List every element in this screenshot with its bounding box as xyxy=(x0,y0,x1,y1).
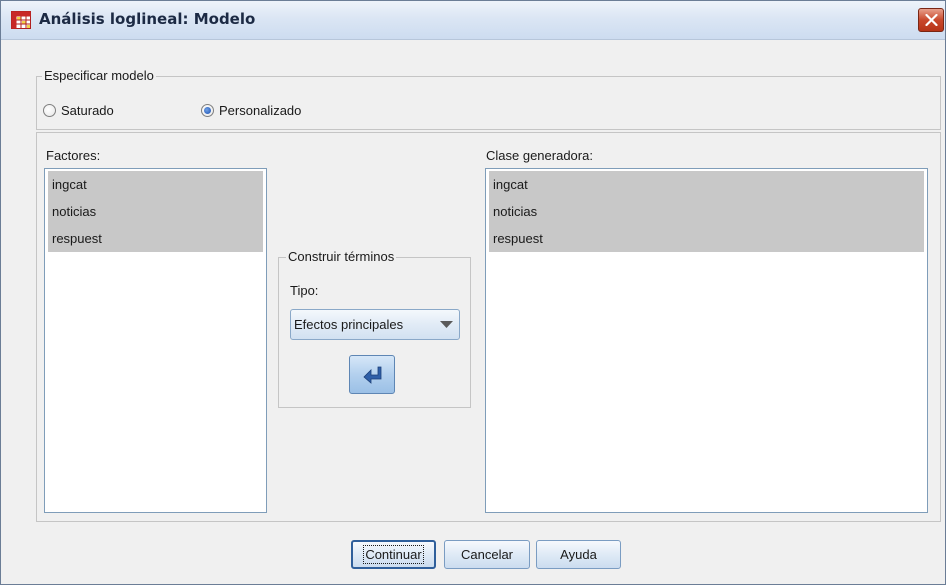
radio-saturated-label: Saturado xyxy=(61,103,114,118)
close-button[interactable] xyxy=(918,8,944,32)
generating-item-ingcat[interactable]: ingcat xyxy=(489,171,924,198)
radio-saturated[interactable]: Saturado xyxy=(43,103,114,118)
factor-item-noticias[interactable]: noticias xyxy=(48,198,263,225)
continue-button[interactable]: Continuar xyxy=(351,540,436,569)
help-button-label: Ayuda xyxy=(560,547,597,562)
close-icon xyxy=(925,14,938,26)
generating-class-label: Clase generadora: xyxy=(486,148,593,163)
move-term-button[interactable] xyxy=(349,355,395,394)
radio-custom-indicator[interactable] xyxy=(201,104,214,117)
cancel-button-label: Cancelar xyxy=(460,547,514,562)
specify-model-group xyxy=(36,76,941,130)
build-terms-legend: Construir términos xyxy=(286,249,397,264)
generating-item-noticias[interactable]: noticias xyxy=(489,198,924,225)
chevron-down-icon xyxy=(440,321,453,328)
title-bar[interactable]: Análisis loglineal: Modelo xyxy=(1,1,945,40)
spss-data-grid-icon xyxy=(11,11,31,29)
generating-class-listbox[interactable]: ingcat noticias respuest xyxy=(485,168,928,513)
factor-item-respuest[interactable]: respuest xyxy=(48,225,263,252)
window-title: Análisis loglineal: Modelo xyxy=(39,10,256,28)
generating-item-respuest[interactable]: respuest xyxy=(489,225,924,252)
radio-saturated-indicator[interactable] xyxy=(43,104,56,117)
arrow-left-icon xyxy=(363,366,382,384)
radio-custom[interactable]: Personalizado xyxy=(201,103,301,118)
term-type-value: Efectos principales xyxy=(294,317,404,332)
help-button[interactable]: Ayuda xyxy=(536,540,621,569)
cancel-button[interactable]: Cancelar xyxy=(444,540,530,569)
radio-custom-label: Personalizado xyxy=(219,103,302,118)
specify-model-legend: Especificar modelo xyxy=(42,68,156,83)
factors-label: Factores: xyxy=(46,148,101,163)
type-label: Tipo: xyxy=(290,283,319,298)
dialog-window: Análisis loglineal: Modelo Especificar m… xyxy=(0,0,946,585)
factor-item-ingcat[interactable]: ingcat xyxy=(48,171,263,198)
factors-listbox[interactable]: ingcat noticias respuest xyxy=(44,168,267,513)
continue-button-label: Continuar xyxy=(363,545,424,564)
term-type-dropdown[interactable]: Efectos principales xyxy=(290,309,460,340)
